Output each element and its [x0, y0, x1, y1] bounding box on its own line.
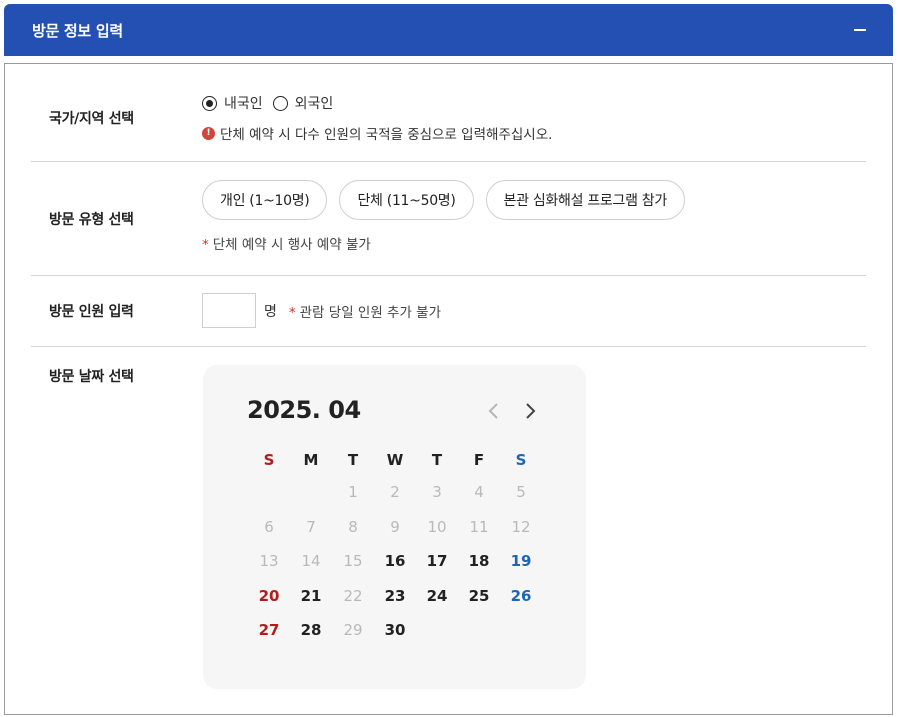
calendar-day[interactable]: 30 [378, 617, 412, 643]
visit-type-program-button[interactable]: 본관 심화해설 프로그램 참가 [485, 180, 685, 220]
visit-type-options: 개인 (1~10명) 단체 (11~50명) 본관 심화해설 프로그램 참가 [202, 180, 685, 220]
visitor-count-label: 방문 인원 입력 [49, 304, 134, 320]
calendar-day[interactable]: 18 [462, 548, 496, 574]
calendar-day: 13 [259, 552, 279, 570]
calendar: 2025. 04 S M T W T F S 1 2 3 4 5 6 7 8 9 10 11 12 13 14 15 16 1… [203, 365, 586, 689]
calendar-day: 4 [474, 483, 484, 501]
calendar-day[interactable]: 16 [378, 548, 412, 574]
collapse-button[interactable] [849, 19, 871, 41]
visitor-count-row: 방문 인원 입력 명 * 관람 당일 인원 추가 불가 [31, 276, 866, 347]
radio-domestic-label: 내국인 [224, 96, 263, 112]
calendar-day: 22 [343, 586, 363, 605]
chevron-right-icon [526, 403, 536, 419]
radio-checked-icon [202, 95, 217, 111]
calendar-day: 1 [348, 483, 358, 501]
chevron-left-icon [488, 403, 498, 419]
calendar-day: 14 [301, 552, 321, 570]
nationality-notice: ! 단체 예약 시 다수 인원의 국적을 중심으로 입력해주십시오. [202, 123, 552, 143]
required-asterisk: * [202, 237, 209, 253]
calendar-day[interactable]: 21 [294, 583, 328, 609]
next-month-button[interactable] [518, 399, 542, 423]
calendar-day: 2 [390, 483, 400, 501]
nationality-radio-group: 내국인 외국인 [202, 93, 552, 113]
info-icon: ! [202, 126, 215, 140]
panel-title: 방문 정보 입력 [32, 21, 123, 40]
calendar-month-title: 2025. 04 [247, 396, 361, 424]
visit-type-group-button[interactable]: 단체 (11~50명) [339, 180, 474, 220]
calendar-day: 7 [306, 517, 316, 536]
radio-foreign[interactable]: 외국인 [272, 93, 334, 113]
radio-domestic[interactable]: 내국인 [202, 93, 263, 113]
visit-type-individual-button[interactable]: 개인 (1~10명) [202, 180, 328, 220]
radio-unchecked-icon [272, 95, 288, 111]
panel-header: 방문 정보 입력 [4, 4, 893, 56]
calendar-day[interactable]: 19 [504, 548, 538, 574]
weekday-header: S [263, 451, 275, 469]
visitor-count-note: * 관람 당일 인원 추가 불가 [289, 301, 441, 321]
visit-info-form: 국가/지역 선택 내국인 외국인 ! 단체 예약 시 다수 인원의 국적을 중심… [4, 63, 893, 715]
nationality-notice-text: 단체 예약 시 다수 인원의 국적을 중심으로 입력해주십시오. [220, 127, 553, 143]
calendar-day[interactable]: 27 [252, 617, 286, 643]
calendar-day: 8 [348, 517, 358, 536]
calendar-day[interactable]: 24 [420, 583, 454, 609]
visitor-count-input[interactable] [202, 293, 256, 328]
visit-type-note: * 단체 예약 시 행사 예약 불가 [202, 233, 685, 253]
nationality-label: 국가/지역 선택 [49, 111, 134, 127]
calendar-day: 12 [511, 517, 531, 536]
nationality-row: 국가/지역 선택 내국인 외국인 ! 단체 예약 시 다수 인원의 국적을 중심… [31, 64, 866, 162]
calendar-day[interactable]: 25 [462, 583, 496, 609]
weekday-header: S [515, 451, 527, 469]
calendar-day: 9 [390, 517, 400, 536]
calendar-day: 3 [432, 483, 442, 501]
radio-foreign-label: 외국인 [294, 96, 334, 112]
visit-type-label: 방문 유형 선택 [49, 212, 134, 228]
weekday-header: W [386, 451, 404, 469]
calendar-day[interactable]: 23 [378, 583, 412, 609]
visit-type-note-text: 단체 예약 시 행사 예약 불가 [212, 237, 371, 253]
calendar-day: 6 [264, 517, 274, 536]
minus-icon [854, 29, 866, 31]
visitor-count-unit: 명 [264, 303, 277, 320]
calendar-day: 11 [469, 517, 489, 536]
calendar-day: 15 [343, 552, 363, 570]
visit-type-row: 방문 유형 선택 개인 (1~10명) 단체 (11~50명) 본관 심화해설 … [31, 162, 866, 276]
weekday-header: F [473, 451, 485, 469]
calendar-day: 29 [343, 621, 363, 639]
weekday-header: T [431, 451, 443, 469]
prev-month-button[interactable] [482, 399, 506, 423]
calendar-day[interactable]: 20 [252, 583, 286, 609]
calendar-day[interactable]: 17 [420, 548, 454, 574]
calendar-day: 10 [427, 517, 447, 536]
weekday-header: M [303, 451, 319, 469]
calendar-day: 5 [516, 483, 526, 501]
weekday-header: T [347, 451, 359, 469]
visit-date-label: 방문 날짜 선택 [49, 369, 134, 385]
calendar-day[interactable]: 26 [504, 583, 538, 609]
visitor-count-note-text: 관람 당일 인원 추가 불가 [299, 304, 442, 321]
required-asterisk: * [288, 304, 296, 321]
calendar-day[interactable]: 28 [294, 617, 328, 643]
